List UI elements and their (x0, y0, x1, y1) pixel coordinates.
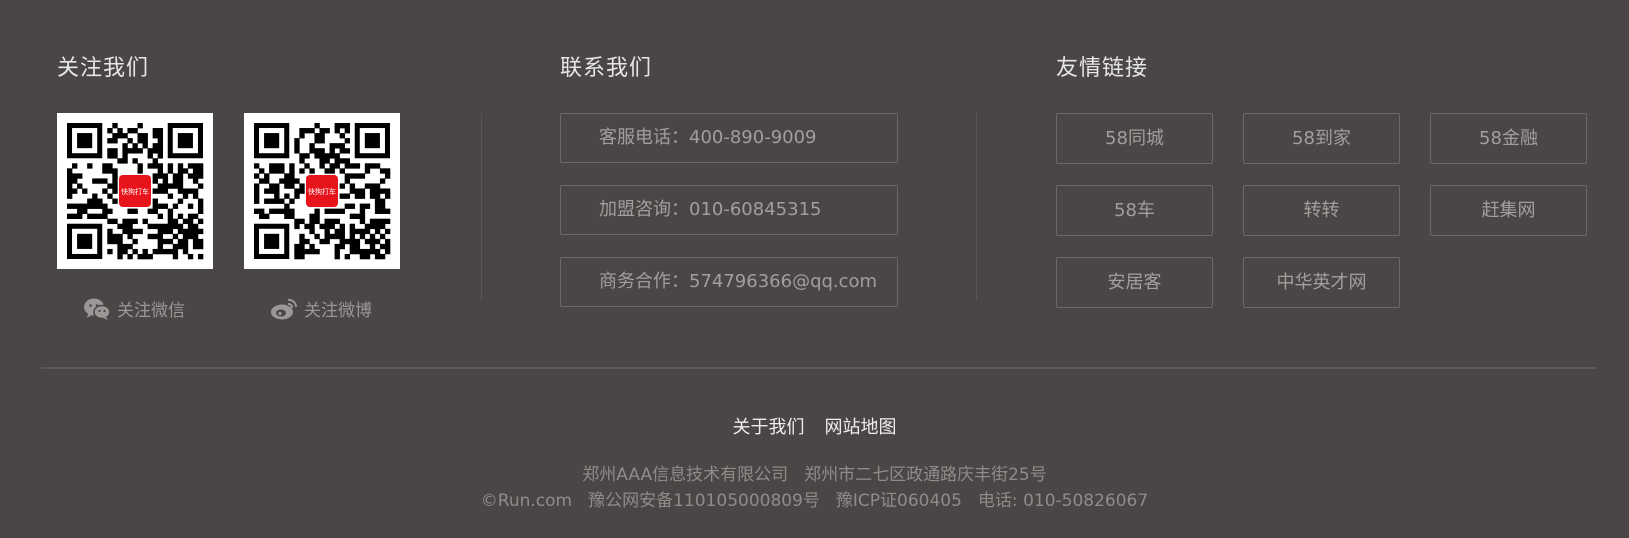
qr-logo-text: 快狗打车 (121, 187, 149, 196)
sitemap-link[interactable]: 网站地图 (825, 417, 897, 438)
friend-link-58che[interactable]: 58车 (1056, 185, 1213, 236)
about-us-link[interactable]: 关于我们 (733, 417, 805, 438)
friend-link-58tongcheng[interactable]: 58同城 (1056, 113, 1213, 164)
contact-label: 加盟咨询： (599, 199, 689, 220)
friend-link-anjuke[interactable]: 安居客 (1056, 257, 1213, 308)
contact-us-title: 联系我们 (560, 56, 653, 81)
friendly-links-title: 友情链接 (1056, 56, 1149, 81)
wechat-icon (83, 297, 111, 321)
friend-link-ganji[interactable]: 赶集网 (1430, 185, 1587, 236)
friend-link-58jinrong[interactable]: 58金融 (1430, 113, 1587, 164)
weibo-icon (270, 297, 298, 321)
wechat-qr-code: 快狗打车 (57, 113, 213, 269)
follow-weibo-link[interactable]: 关注微博 (270, 296, 372, 321)
legal-info-line: ©Run.com 豫公网安备110105000809号 豫ICP证060405 电话:… (0, 486, 1629, 511)
contact-franchise: 加盟咨询：010-60845315 (560, 185, 898, 235)
friend-link-chinahr[interactable]: 中华英才网 (1243, 257, 1400, 308)
follow-wechat-label: 关注微信 (117, 301, 185, 321)
friend-link-zhuanzhuan[interactable]: 转转 (1243, 185, 1400, 236)
company-info-line: 郑州AAA信息技术有限公司 郑州市二七区政通路庆丰街25号 (0, 460, 1629, 485)
company-name: 郑州AAA信息技术有限公司 (582, 465, 789, 485)
follow-weibo-label: 关注微博 (304, 301, 372, 321)
weibo-qr-code: 快狗打车 (244, 113, 400, 269)
police-record[interactable]: 豫公网安备110105000809号 (588, 491, 820, 511)
copyright: ©Run.com (480, 491, 573, 511)
footer-phone: 电话: 010-50826067 (977, 491, 1149, 511)
follow-us-title: 关注我们 (57, 56, 150, 81)
column-divider-right (976, 113, 977, 301)
contact-label: 客服电话： (599, 127, 689, 148)
contact-business: 商务合作：574796366@qq.com (560, 257, 898, 307)
contact-label: 商务合作： (599, 271, 689, 292)
column-divider-left (481, 113, 482, 301)
friend-link-58daojia[interactable]: 58到家 (1243, 113, 1400, 164)
contact-value[interactable]: 400-890-9009 (689, 127, 817, 148)
contact-customer-service: 客服电话：400-890-9009 (560, 113, 898, 163)
company-address: 郑州市二七区政通路庆丰街25号 (804, 465, 1047, 485)
footer-nav: 关于我们 网站地图 (0, 413, 1629, 439)
qr-logo-text: 快狗打车 (308, 187, 336, 196)
follow-wechat-link[interactable]: 关注微信 (83, 296, 185, 321)
contact-value[interactable]: 010-60845315 (689, 199, 821, 220)
icp-record[interactable]: 豫ICP证060405 (836, 491, 962, 511)
contact-value[interactable]: 574796366@qq.com (689, 271, 877, 292)
footer-divider (41, 367, 1596, 369)
